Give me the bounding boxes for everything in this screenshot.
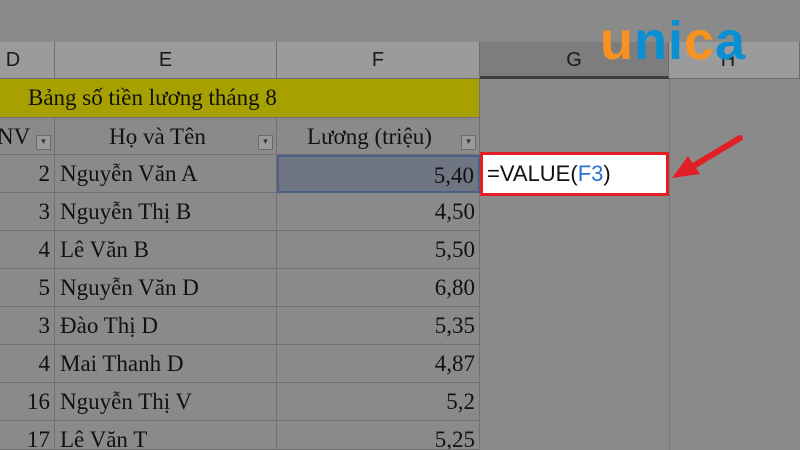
header-salary-text: Lương (triệu) — [307, 124, 432, 149]
formula-text-end: ) — [603, 161, 611, 186]
filter-dropdown-icon[interactable]: ▾ — [461, 135, 476, 150]
sheet-title-text: Bảng số tiền lương tháng 8 — [28, 85, 277, 110]
selected-cell-salary[interactable]: 5,40 — [277, 155, 480, 193]
column-header-f[interactable]: F — [277, 42, 480, 79]
cell-id[interactable]: 3 — [0, 193, 55, 231]
logo-letter: a — [715, 11, 747, 71]
cell-name[interactable]: Mai Thanh D — [55, 345, 277, 383]
column-label: F — [371, 49, 385, 71]
cell-id[interactable]: 2 — [0, 155, 55, 193]
spreadsheet: D E F G H Bảng số tiền lương tháng 8 NV … — [0, 0, 800, 450]
column-header-e[interactable]: E — [55, 42, 277, 79]
unica-logo: unica — [600, 14, 746, 68]
cell-id[interactable]: 5 — [0, 269, 55, 307]
sheet-title[interactable]: Bảng số tiền lương tháng 8 — [0, 79, 480, 118]
logo-letters: ni — [634, 11, 684, 71]
cell-id[interactable]: 4 — [0, 231, 55, 269]
formula-text: =VALUE( — [487, 161, 578, 186]
cell-name[interactable]: Nguyễn Văn A — [55, 155, 277, 193]
cell-name[interactable]: Nguyễn Thị B — [55, 193, 277, 231]
cell-name[interactable]: Nguyễn Văn D — [55, 269, 277, 307]
logo-letter: c — [684, 11, 716, 71]
filter-dropdown-icon[interactable]: ▾ — [258, 135, 273, 150]
cell-id[interactable]: 3 — [0, 307, 55, 345]
column-header-d[interactable]: D — [0, 42, 55, 79]
cell-id[interactable]: 16 — [0, 383, 55, 421]
header-name-text: Họ và Tên — [109, 124, 206, 149]
header-id-text: NV — [0, 124, 31, 149]
column-label: E — [158, 49, 173, 71]
cell-name[interactable]: Lê Văn T — [55, 421, 277, 450]
column-label: G — [566, 49, 582, 71]
logo-letter: u — [600, 11, 634, 71]
cell-salary[interactable]: 5,2 — [277, 383, 480, 421]
header-name[interactable]: Họ và Tên ▾ — [55, 118, 277, 155]
cell-id[interactable]: 17 — [0, 421, 55, 450]
cell-id[interactable]: 4 — [0, 345, 55, 383]
cell-name[interactable]: Đào Thị D — [55, 307, 277, 345]
cell-salary[interactable]: 4,50 — [277, 193, 480, 231]
cell-salary[interactable]: 5,50 — [277, 231, 480, 269]
empty-grid — [669, 79, 670, 450]
cell-salary[interactable]: 5,25 — [277, 421, 480, 450]
header-id[interactable]: NV ▾ — [0, 118, 55, 155]
cell-name[interactable]: Nguyễn Thị V — [55, 383, 277, 421]
formula-reference: F3 — [577, 161, 604, 186]
cell-name[interactable]: Lê Văn B — [55, 231, 277, 269]
red-arrow-icon — [672, 135, 743, 178]
formula-cell-g3[interactable]: =VALUE(F3) — [480, 152, 669, 196]
cell-salary[interactable]: 5,35 — [277, 307, 480, 345]
filter-dropdown-icon[interactable]: ▾ — [36, 135, 51, 150]
cell-salary[interactable]: 4,87 — [277, 345, 480, 383]
column-label: D — [5, 49, 21, 71]
cell-salary[interactable]: 6,80 — [277, 269, 480, 307]
header-salary[interactable]: Lương (triệu) ▾ — [277, 118, 480, 155]
